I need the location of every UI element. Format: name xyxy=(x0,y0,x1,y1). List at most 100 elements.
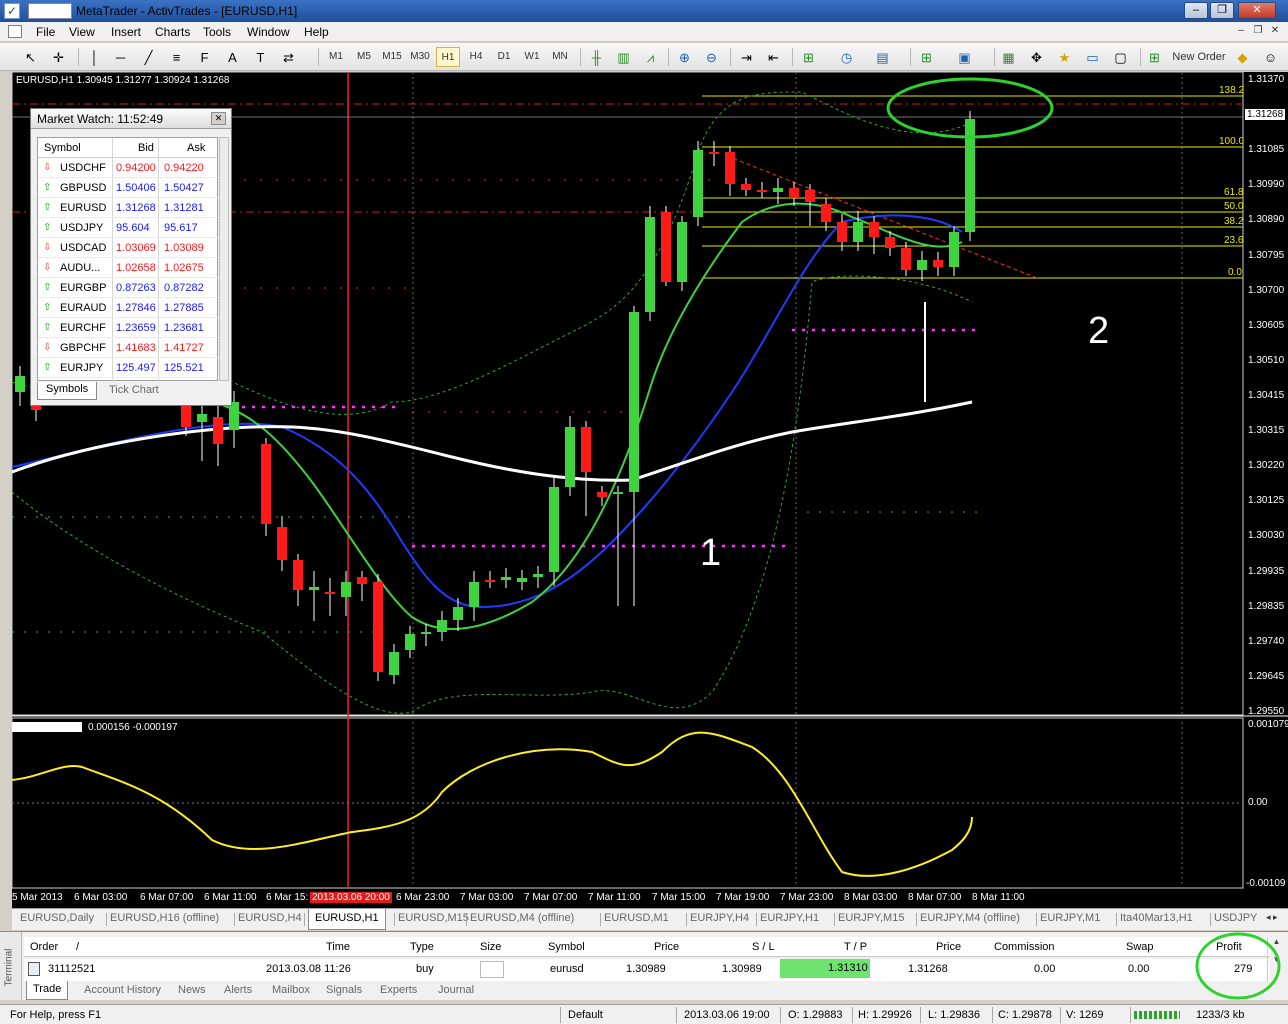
market-watch-row[interactable]: ⇩ AUDU... 1.02658 1.02675 xyxy=(38,258,219,278)
terminal-tab[interactable]: Journal xyxy=(438,984,474,996)
terminal-tab[interactable]: Signals xyxy=(326,984,362,996)
timeframe-mn[interactable]: MN xyxy=(548,47,572,67)
mdi-close-icon[interactable]: ✕ xyxy=(1268,24,1282,38)
col-sl[interactable]: S / L xyxy=(752,941,775,953)
horizontal-line-icon[interactable]: ─ xyxy=(112,49,129,66)
zoom-out-icon[interactable]: ⊖ xyxy=(703,49,720,66)
col-size[interactable]: Size xyxy=(480,941,501,953)
market-watch-row[interactable]: ⇩ USDCAD 1.03069 1.03089 xyxy=(38,238,219,258)
alert-icon[interactable]: ◆ xyxy=(1234,49,1251,66)
col-time[interactable]: Time xyxy=(326,941,350,953)
cursor-icon[interactable]: ↖ xyxy=(22,49,39,66)
close-button[interactable]: ✕ xyxy=(1238,2,1276,19)
timeframe-m30[interactable]: M30 xyxy=(408,47,432,67)
autoscroll-icon[interactable]: ⇤ xyxy=(765,49,782,66)
col-symbol[interactable]: Symbol xyxy=(548,941,585,953)
new-order-icon[interactable]: ⊞ xyxy=(1146,49,1163,66)
data-window-icon[interactable]: ★ xyxy=(1056,49,1073,66)
new-order-button[interactable]: New Order xyxy=(1168,47,1230,67)
market-watch-row[interactable]: ⇩ GBPCHF 1.41683 1.41727 xyxy=(38,338,219,358)
market-watch-row[interactable]: ⇧ GBPUSD 1.50406 1.50427 xyxy=(38,178,219,198)
text-icon[interactable]: A xyxy=(224,49,241,66)
tester-icon[interactable]: ▢ xyxy=(1112,49,1129,66)
menu-window[interactable]: Window xyxy=(247,25,290,39)
terminal-icon[interactable]: ▭ xyxy=(1084,49,1101,66)
terminal-tab[interactable]: Account History xyxy=(84,984,161,996)
col-profit[interactable]: Profit xyxy=(1216,941,1242,953)
trendline-icon[interactable]: ╱ xyxy=(140,49,157,66)
market-watch-row[interactable]: ⇧ EURJPY 125.497 125.521 xyxy=(38,358,219,378)
profiles-icon[interactable]: ▣ xyxy=(956,49,973,66)
chart-tab[interactable]: EURUSD,M15 xyxy=(398,912,469,924)
chart-tab[interactable]: EURJPY,M15 xyxy=(838,912,904,924)
chart-tab[interactable]: EURUSD,H1 xyxy=(308,909,386,930)
col-price[interactable]: Price xyxy=(654,941,679,953)
chart-tab[interactable]: USDJPY xyxy=(1214,912,1257,924)
menu-file[interactable]: File xyxy=(36,25,55,39)
chart-tab[interactable]: EURUSD,H16 (offline) xyxy=(110,912,219,924)
menu-help[interactable]: Help xyxy=(304,25,329,39)
periods-icon[interactable]: ◷ xyxy=(838,49,855,66)
channel-icon[interactable]: ≡ xyxy=(168,49,185,66)
crosshair-icon[interactable]: ✛ xyxy=(50,49,67,66)
market-watch-icon[interactable]: ▦ xyxy=(1000,49,1017,66)
mdi-minimize-icon[interactable]: ‒ xyxy=(1234,24,1248,38)
new-chart-icon[interactable]: ⊞ xyxy=(918,49,935,66)
col-commission[interactable]: Commission xyxy=(994,941,1055,953)
timeframe-m1[interactable]: M1 xyxy=(324,47,348,67)
market-watch-row[interactable]: ⇧ EURAUD 1.27846 1.27885 xyxy=(38,298,219,318)
app-icon[interactable]: ✓ xyxy=(4,3,20,19)
bar-chart-icon[interactable]: ╫ xyxy=(588,49,605,66)
fibonacci-icon[interactable]: F xyxy=(196,49,213,66)
text-label-icon[interactable]: T xyxy=(252,49,269,66)
col-order[interactable]: Order xyxy=(30,941,58,953)
terminal-tab[interactable]: News xyxy=(178,984,206,996)
col-swap[interactable]: Swap xyxy=(1126,941,1154,953)
chart-tab[interactable]: EURJPY,M1 xyxy=(1040,912,1100,924)
tabs-scroll-arrow-icon[interactable]: ◂ ▸ xyxy=(1266,912,1278,923)
chart-tab[interactable]: Ita40Mar13,H1 xyxy=(1120,912,1193,924)
market-watch-row[interactable]: ⇧ EURCHF 1.23659 1.23681 xyxy=(38,318,219,338)
menu-charts[interactable]: Charts xyxy=(155,25,190,39)
timeframe-m5[interactable]: M5 xyxy=(352,47,376,67)
col-bid[interactable]: Bid xyxy=(138,142,154,154)
terminal-row[interactable]: 31112521 2013.03.08 11:26 buy eurusd 1.3… xyxy=(24,959,1270,981)
market-watch-close-icon[interactable]: ✕ xyxy=(211,112,226,125)
chart-shift-icon[interactable]: ⇥ xyxy=(738,49,755,66)
restore-button[interactable]: ❐ xyxy=(1210,2,1234,19)
indicators-icon[interactable]: ⊞ xyxy=(800,49,817,66)
terminal-scrollbar[interactable]: ▲ ▼ xyxy=(1267,937,1285,981)
timeframe-h1[interactable]: H1 xyxy=(436,47,460,67)
chart-tab[interactable]: EURUSD,H4 xyxy=(238,912,302,924)
minimize-button[interactable]: ‒ xyxy=(1184,2,1208,19)
tab-symbols[interactable]: Symbols xyxy=(37,382,98,400)
terminal-tab[interactable]: Mailbox xyxy=(272,984,310,996)
menu-view[interactable]: View xyxy=(69,25,95,39)
menu-tools[interactable]: Tools xyxy=(203,25,231,39)
terminal-tab[interactable]: Alerts xyxy=(224,984,252,996)
col-ask[interactable]: Ask xyxy=(187,142,205,154)
navigator-icon[interactable]: ✥ xyxy=(1028,49,1045,66)
zoom-in-icon[interactable]: ⊕ xyxy=(676,49,693,66)
document-icon[interactable] xyxy=(8,25,22,38)
market-watch-row[interactable]: ⇧ USDJPY 95.604 95.617 xyxy=(38,218,219,238)
tab-tick-chart[interactable]: Tick Chart xyxy=(109,384,159,396)
line-chart-icon[interactable]: ⩘ xyxy=(642,49,659,66)
col-tp[interactable]: T / P xyxy=(844,941,867,953)
market-watch-row[interactable]: ⇧ EURGBP 0.87263 0.87282 xyxy=(38,278,219,298)
chart-tab[interactable]: EURUSD,M4 (offline) xyxy=(470,912,574,924)
menu-insert[interactable]: Insert xyxy=(111,25,141,39)
expert-advisors-icon[interactable]: ☺ xyxy=(1262,49,1279,66)
timeframe-h4[interactable]: H4 xyxy=(464,47,488,67)
col-type[interactable]: Type xyxy=(410,941,434,953)
chart-tab[interactable]: EURJPY,H1 xyxy=(760,912,819,924)
terminal-tab[interactable]: Experts xyxy=(380,984,417,996)
market-watch-row[interactable]: ⇩ USDCHF 0.94200 0.94220 xyxy=(38,158,219,178)
market-watch-scrollbar[interactable] xyxy=(219,137,229,381)
market-watch-window[interactable]: Market Watch: 11:52:49 ✕ Symbol Bid Ask … xyxy=(30,108,232,406)
timeframe-m15[interactable]: M15 xyxy=(380,47,404,67)
timeframe-w1[interactable]: W1 xyxy=(520,47,544,67)
market-watch-row[interactable]: ⇧ EURUSD 1.31268 1.31281 xyxy=(38,198,219,218)
chart-tab[interactable]: EURUSD,Daily xyxy=(20,912,94,924)
timeframe-d1[interactable]: D1 xyxy=(492,47,516,67)
